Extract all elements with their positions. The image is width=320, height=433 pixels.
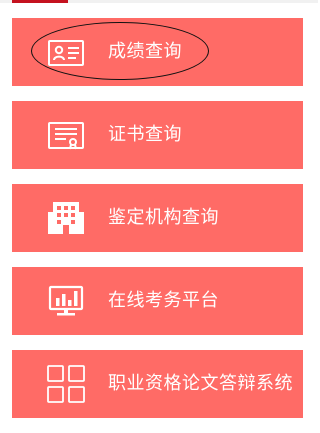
menu-item-institution-query[interactable]: 鉴定机构查询 bbox=[12, 184, 303, 252]
menu-item-label: 在线考务平台 bbox=[108, 290, 219, 311]
building-icon bbox=[46, 198, 86, 238]
menu-item-label: 成绩查询 bbox=[108, 41, 182, 62]
header-accent-bar bbox=[12, 0, 68, 3]
menu-item-label: 职业资格论文答辩系统 bbox=[108, 373, 293, 394]
query-menu: 成绩查询 证书查询 鉴定机构查询 在线考务平台 职业资格论文答辩系统 bbox=[12, 18, 303, 433]
monitor-chart-icon bbox=[46, 281, 86, 321]
menu-item-label: 证书查询 bbox=[108, 124, 182, 145]
grid-icon bbox=[46, 364, 86, 404]
menu-item-score-query[interactable]: 成绩查询 bbox=[12, 18, 303, 86]
menu-item-thesis-defense-system[interactable]: 职业资格论文答辩系统 bbox=[12, 350, 303, 418]
certificate-icon bbox=[46, 115, 86, 155]
menu-item-online-exam-platform[interactable]: 在线考务平台 bbox=[12, 267, 303, 335]
id-card-icon bbox=[46, 32, 86, 72]
menu-item-certificate-query[interactable]: 证书查询 bbox=[12, 101, 303, 169]
menu-item-label: 鉴定机构查询 bbox=[108, 207, 219, 228]
